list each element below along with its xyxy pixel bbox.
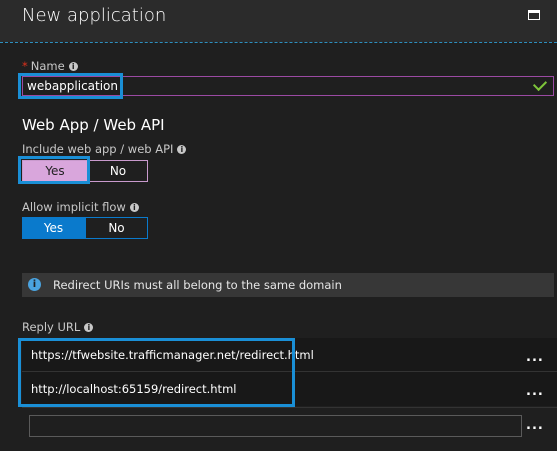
web-app-heading: Web App / Web API <box>22 116 165 134</box>
info-icon[interactable]: i <box>177 145 187 154</box>
include-web-app-highlight-box <box>18 156 90 184</box>
name-label: Name <box>30 59 65 73</box>
implicit-flow-no-button[interactable]: No <box>85 217 148 239</box>
implicit-flow-yes-button[interactable]: Yes <box>22 217 85 239</box>
implicit-flow-label: Allow implicit flow <box>22 200 126 214</box>
include-web-app-label-row: Include web app / web API i <box>22 142 187 156</box>
implicit-flow-label-row: Allow implicit flow i <box>22 200 139 214</box>
more-options-icon[interactable]: ... <box>526 384 544 399</box>
info-icon[interactable]: i <box>129 203 139 212</box>
new-reply-url-input[interactable] <box>29 415 522 437</box>
window-title: New application <box>22 5 167 26</box>
name-label-row: * Name i <box>22 59 78 73</box>
info-icon[interactable]: i <box>84 323 94 332</box>
name-highlight-box <box>18 73 123 99</box>
include-web-app-no-button[interactable]: No <box>88 160 148 182</box>
implicit-flow-toggle[interactable]: Yes No <box>22 217 148 239</box>
row-divider <box>22 407 557 408</box>
reply-url-label-row: Reply URL i <box>22 320 94 334</box>
required-star-icon: * <box>22 59 28 73</box>
info-icon[interactable]: i <box>68 62 78 71</box>
banner-text: Redirect URIs must all belong to the sam… <box>53 278 342 292</box>
more-options-icon[interactable]: ... <box>526 350 544 365</box>
redirect-info-banner: i Redirect URIs must all belong to the s… <box>22 273 554 297</box>
title-bar: New application <box>0 0 557 42</box>
include-web-app-label: Include web app / web API <box>22 142 174 156</box>
reply-url-highlight-box <box>18 338 295 407</box>
maximize-icon[interactable] <box>528 10 540 20</box>
title-divider <box>0 42 557 43</box>
info-icon: i <box>28 278 41 291</box>
reply-url-label: Reply URL <box>22 320 81 334</box>
checkmark-icon <box>532 76 548 92</box>
more-options-icon[interactable]: ... <box>526 418 544 433</box>
